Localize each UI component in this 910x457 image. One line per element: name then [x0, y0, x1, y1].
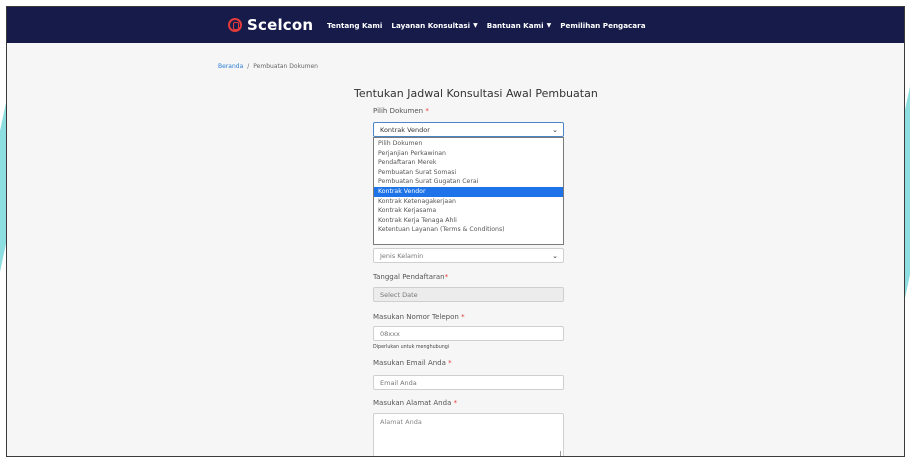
nav-item-tentang-kami[interactable]: Tentang Kami: [327, 21, 382, 30]
resize-handle-icon[interactable]: [555, 451, 561, 456]
required-mark: *: [453, 399, 458, 407]
email-input[interactable]: Email Anda: [373, 375, 564, 390]
required-mark: *: [448, 359, 452, 367]
phone-input[interactable]: 08xxx: [373, 326, 564, 341]
browser-viewport: Scelcon Tentang Kami Layanan Konsultasi …: [6, 6, 905, 457]
email-label-text: Masukan Email Anda: [373, 359, 446, 367]
dropdown-option[interactable]: Pembuatan Surat Gugatan Cerai: [374, 177, 563, 187]
dropdown-option[interactable]: Kontrak Kerjasama: [374, 206, 563, 216]
phone-label: Masukan Nomor Telepon *: [373, 313, 465, 321]
gender-select-value: Jenis Kelamin: [380, 251, 424, 260]
brand-name: Scelcon: [247, 16, 314, 34]
required-mark: *: [444, 273, 449, 281]
address-textarea[interactable]: Alamat Anda: [373, 413, 564, 456]
page-title: Tentukan Jadwal Konsultasi Awal Pembuata…: [354, 87, 598, 100]
chevron-down-icon: ⌄: [552, 252, 558, 260]
date-label-text: Tanggal Pendaftaran: [373, 273, 445, 281]
date-input[interactable]: Select Date: [373, 287, 564, 302]
required-mark: *: [425, 107, 429, 115]
caret-down-icon: ▼: [546, 21, 552, 29]
dropdown-option[interactable]: Pendaftaran Merek: [374, 158, 563, 168]
breadcrumb: Beranda / Pembuatan Dokumen: [218, 63, 318, 70]
brand-logo[interactable]: Scelcon: [228, 15, 313, 35]
dropdown-option-selected[interactable]: Kontrak Vendor: [374, 186, 563, 197]
address-label-text: Masukan Alamat Anda: [373, 399, 452, 407]
nav-item-label: Bantuan Kami: [486, 20, 544, 30]
address-textarea-placeholder: Alamat Anda: [380, 418, 422, 426]
caret-down-icon: ▼: [473, 21, 478, 29]
main-nav: Tentang Kami Layanan Konsultasi ▼ Bantua…: [327, 7, 646, 43]
dropdown-option[interactable]: Kontrak Ketenagakerjaan: [374, 197, 563, 207]
dropdown-option[interactable]: Ketentuan Layanan (Terms & Conditions): [374, 225, 563, 235]
document-dropdown-list: Pilih Dokumen Perjanjian Perkawinan Pend…: [373, 137, 564, 245]
breadcrumb-separator: /: [247, 63, 250, 70]
phone-helper-text: Diperlukan untuk menghubungi: [373, 345, 450, 350]
nav-item-pemilihan-pengacara[interactable]: Pemilihan Pengacara: [560, 21, 645, 30]
shield-logo-icon: [228, 18, 242, 32]
dropdown-option[interactable]: Kontrak Kerja Tenaga Ahli: [374, 216, 563, 226]
date-input-placeholder: Select Date: [380, 290, 418, 299]
email-label: Masukan Email Anda *: [373, 359, 452, 367]
breadcrumb-current: Pembuatan Dokumen: [253, 63, 318, 70]
breadcrumb-home-link[interactable]: Beranda: [218, 63, 243, 70]
gender-select[interactable]: Jenis Kelamin ⌄: [373, 248, 564, 263]
email-input-placeholder: Email Anda: [380, 378, 417, 387]
date-label: Tanggal Pendaftaran*: [373, 273, 448, 281]
top-navbar: Scelcon Tentang Kami Layanan Konsultasi …: [7, 7, 904, 43]
phone-label-text: Masukan Nomor Telepon: [373, 313, 459, 321]
document-label: Pilih Dokumen *: [373, 107, 429, 115]
nav-item-label: Layanan Konsultasi: [391, 20, 471, 30]
nav-item-label: Tentang Kami: [327, 20, 383, 30]
chevron-down-icon: ⌄: [552, 126, 558, 134]
dropdown-option[interactable]: Perjanjian Perkawinan: [374, 149, 563, 159]
required-mark: *: [461, 313, 465, 321]
document-label-text: Pilih Dokumen: [373, 107, 424, 115]
phone-input-placeholder: 08xxx: [380, 329, 400, 338]
dropdown-option[interactable]: Pilih Dokumen: [374, 139, 563, 149]
nav-item-bantuan-kami[interactable]: Bantuan Kami ▼: [487, 21, 551, 30]
address-label: Masukan Alamat Anda *: [373, 399, 457, 407]
document-select-value: Kontrak Vendor: [380, 125, 430, 134]
nav-item-layanan-konsultasi[interactable]: Layanan Konsultasi ▼: [391, 21, 477, 30]
nav-item-label: Pemilihan Pengacara: [560, 20, 646, 30]
document-select[interactable]: Kontrak Vendor ⌄: [373, 122, 564, 137]
dropdown-option[interactable]: Pembuatan Surat Somasi: [374, 168, 563, 178]
